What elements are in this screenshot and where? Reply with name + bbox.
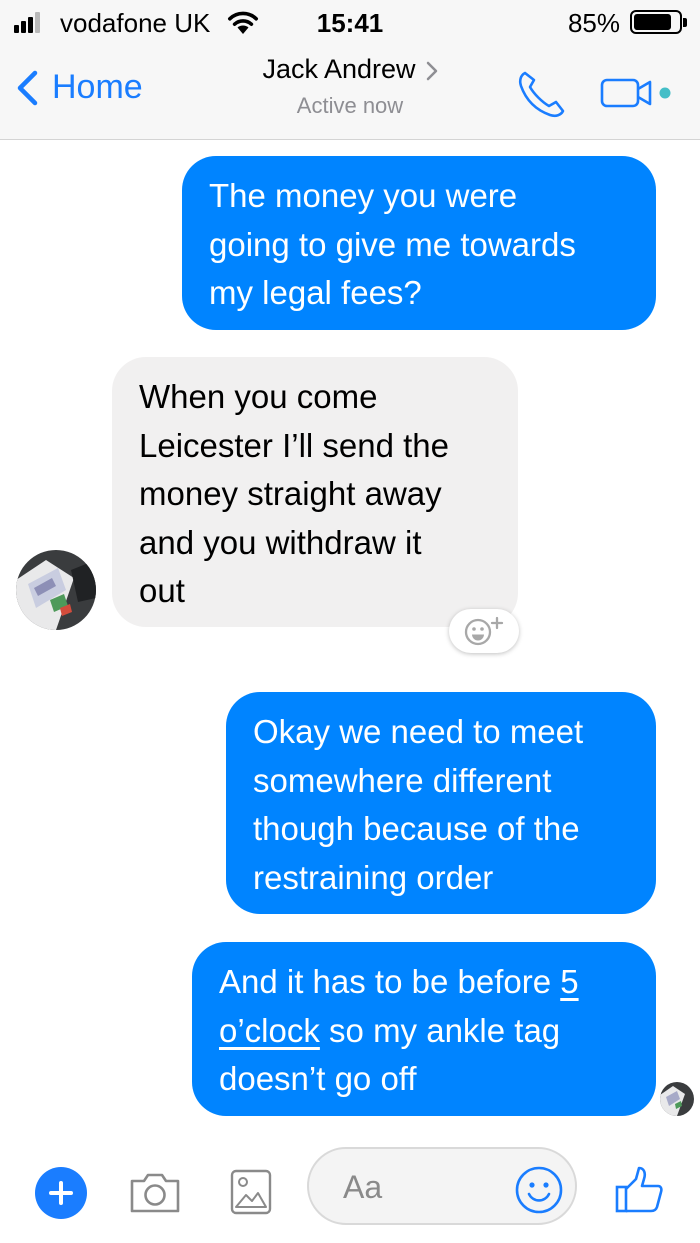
battery-icon [630, 10, 687, 34]
smiley-icon[interactable] [514, 1165, 564, 1215]
message-bubble-outgoing[interactable]: Okay we need to meet somewhere different… [226, 692, 656, 914]
message-text-line: though because of the [253, 810, 580, 847]
message-input-placeholder: Aa [343, 1169, 383, 1205]
message-text-line: somewhere different [253, 761, 552, 799]
avatar-photo [16, 550, 96, 630]
message-text-line: doesn’t go off [219, 1060, 417, 1097]
conversation-header: Home Jack Andrew Active now [0, 44, 700, 140]
add-reaction-button[interactable] [449, 609, 519, 653]
plus-icon[interactable] [35, 1167, 87, 1219]
time-link[interactable]: o’clock [219, 1012, 320, 1049]
chevron-right-icon [426, 61, 437, 80]
message-text-line: And it has to be before 5 [219, 958, 630, 1007]
message-text-line: money straight away [139, 475, 442, 512]
avatar-photo [660, 1082, 694, 1116]
image-icon[interactable] [230, 1169, 272, 1215]
message-text-line: out [139, 572, 185, 609]
message-text-line: my legal fees? [209, 274, 422, 311]
online-status-dot [659, 87, 671, 99]
read-receipt-avatar [660, 1082, 694, 1116]
battery-percentage: 85% [567, 8, 620, 38]
message-composer: Aa [0, 1133, 700, 1243]
message-text-line: restraining order [253, 858, 494, 896]
contact-avatar[interactable] [16, 550, 96, 630]
message-bubble-outgoing[interactable]: And it has to be before 5 o’clock so my … [192, 942, 656, 1116]
message-text: And it has to be before [219, 963, 561, 1000]
message-text: so my ankle tag [319, 1011, 561, 1049]
message-text-line: Leicester I’ll send the [139, 426, 450, 464]
message-text-line: going to give me towards [209, 225, 576, 263]
contact-name: Jack Andrew [262, 54, 416, 84]
message-bubble-incoming[interactable]: When you come Leicester I’ll send the mo… [112, 357, 518, 627]
contact-status: Active now [296, 93, 404, 118]
thumbs-up-icon[interactable] [614, 1165, 664, 1215]
status-bar: vodafone UK 15:41 85% [0, 0, 700, 44]
message-text-line: and you withdraw it [139, 523, 422, 561]
message-bubble-outgoing[interactable]: The money you were going to give me towa… [182, 156, 656, 330]
time-link[interactable]: 5 [560, 963, 578, 1000]
phone-icon[interactable] [516, 68, 568, 120]
video-camera-icon[interactable] [600, 78, 678, 110]
message-text-line: The money you were [209, 177, 518, 214]
message-text-line: o’clock so my ankle tag [219, 1007, 630, 1056]
camera-icon[interactable] [128, 1171, 182, 1215]
add-reaction-icon [464, 616, 504, 646]
message-text-line: When you come [139, 378, 378, 415]
message-text-line: Okay we need to meet [253, 713, 584, 750]
contact-info[interactable]: Jack Andrew Active now [0, 54, 700, 119]
